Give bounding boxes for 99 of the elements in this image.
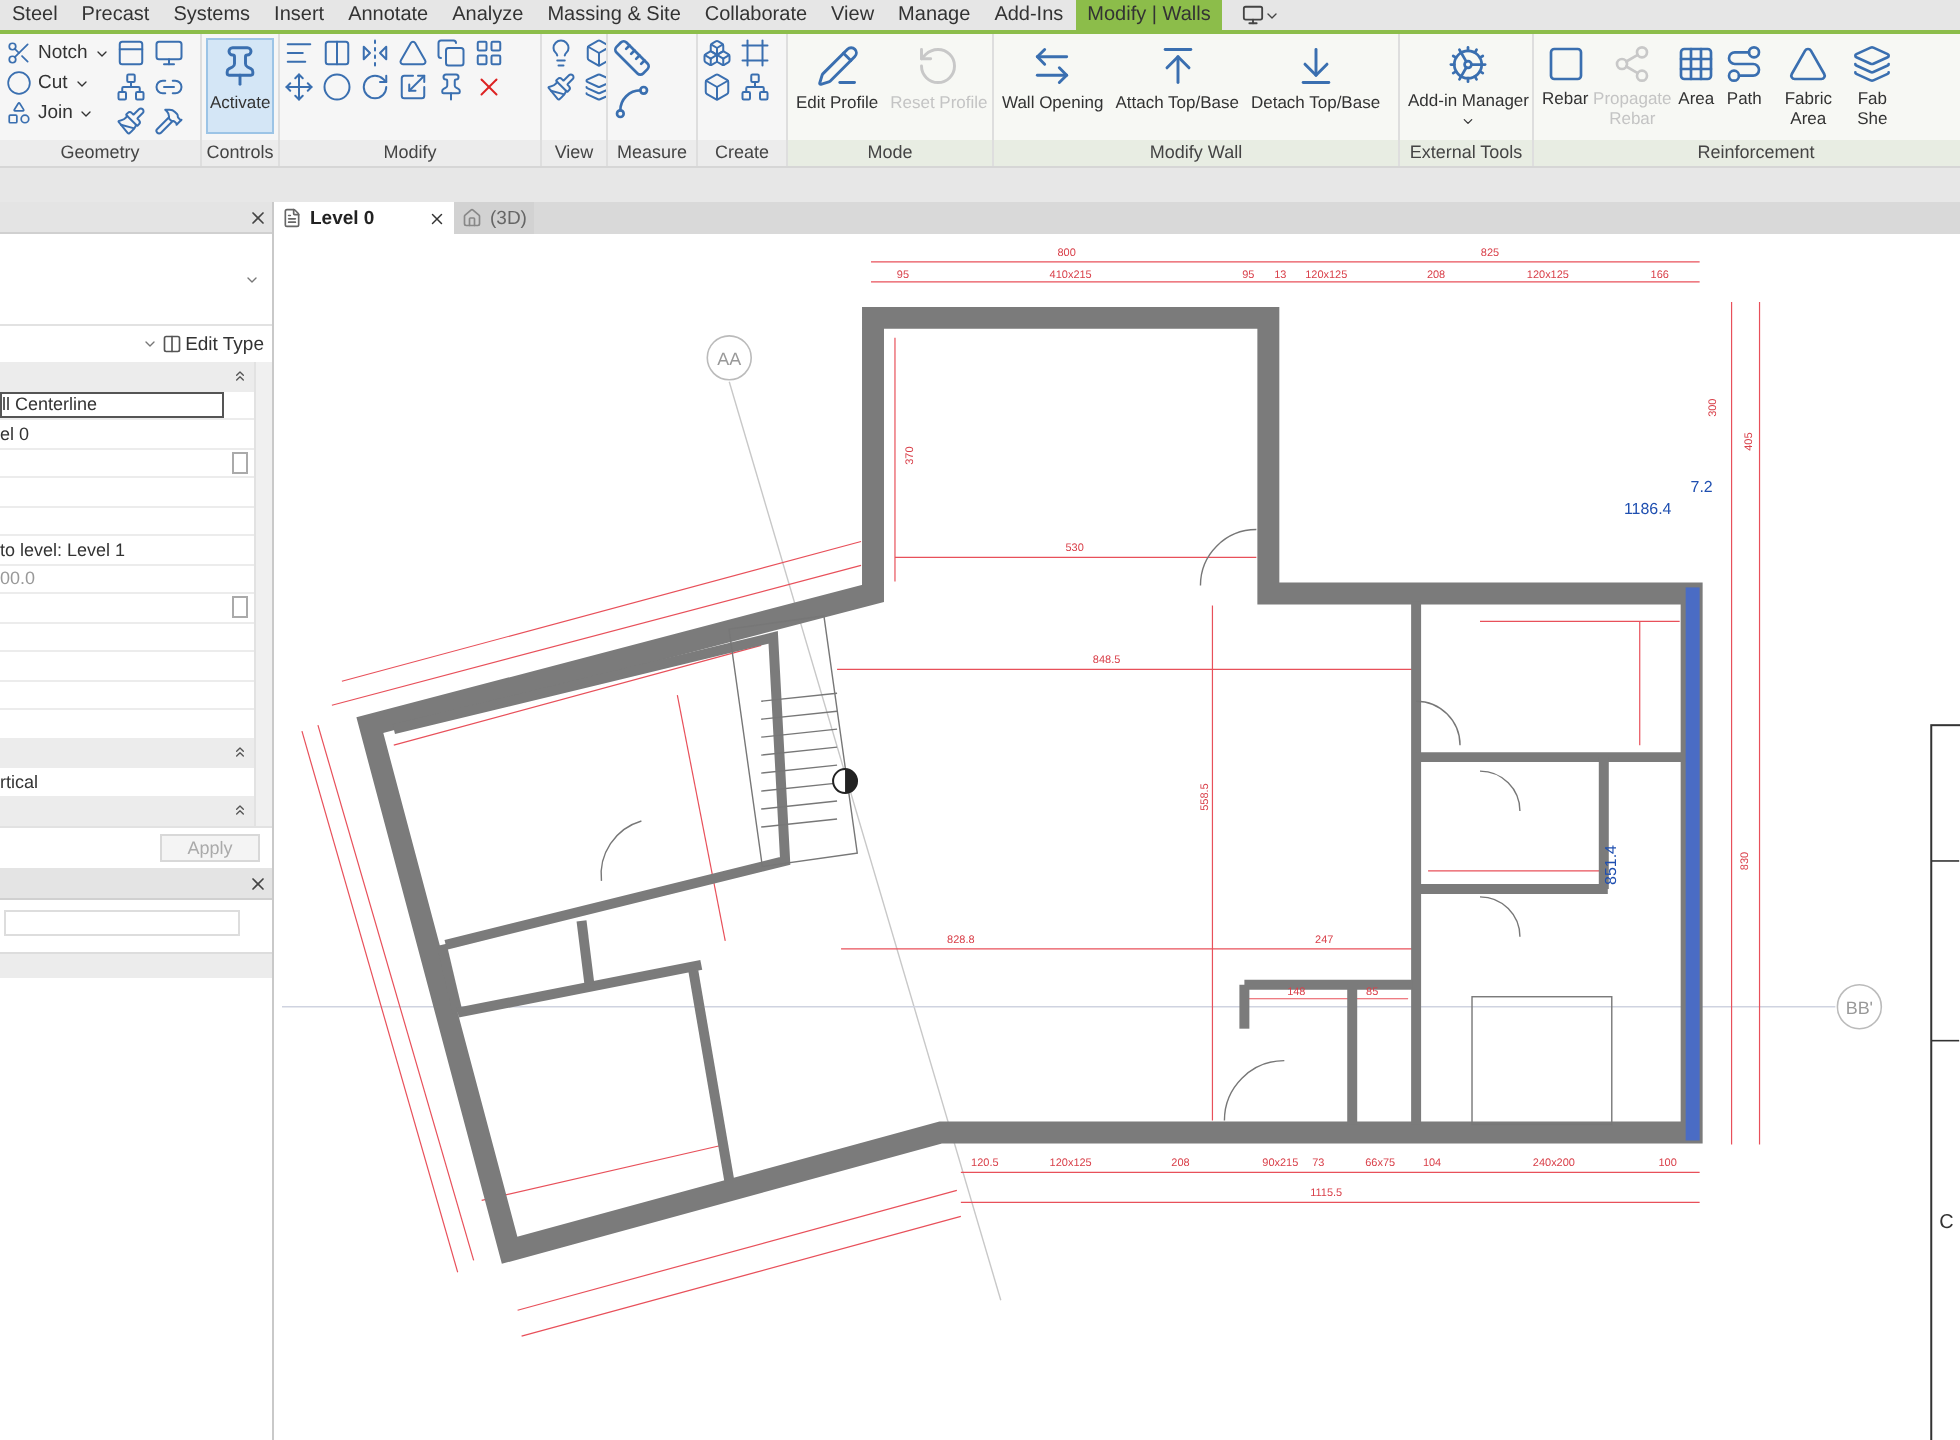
ribbon-tool-button[interactable]: Wall Opening	[998, 38, 1108, 134]
layers-icon[interactable]	[1852, 44, 1893, 84]
monitor-icon[interactable]	[153, 38, 184, 68]
checkbox[interactable]	[232, 596, 248, 619]
panel-icon[interactable]	[115, 38, 146, 68]
ruler-icon[interactable]	[612, 38, 652, 78]
panel-label: Create	[698, 140, 786, 166]
delete-icon[interactable]	[474, 72, 504, 102]
edit-type-button[interactable]: Edit Type	[161, 333, 264, 355]
ribbon-tab[interactable]: Manage	[886, 0, 983, 30]
caret-icon[interactable]	[141, 336, 158, 352]
ribbon-tab[interactable]: Systems	[161, 0, 263, 30]
scale-icon[interactable]	[398, 72, 428, 102]
path-icon[interactable]	[1724, 44, 1765, 84]
ribbon-tab[interactable]: Annotate	[336, 0, 441, 30]
scrollbar[interactable]	[254, 362, 272, 826]
search-field[interactable]	[4, 910, 240, 936]
temporary-dimension[interactable]: 1186.4	[1623, 499, 1672, 518]
ribbon-tab[interactable]: Analyze	[440, 0, 536, 30]
temporary-dimension[interactable]: 851.4	[1601, 845, 1620, 885]
pin-icon[interactable]	[436, 72, 466, 102]
columns-icon[interactable]	[322, 38, 352, 68]
close-icon[interactable]	[248, 873, 268, 893]
brush-icon[interactable]	[115, 106, 146, 136]
grid-icon[interactable]	[474, 38, 504, 68]
rotate-icon[interactable]	[360, 72, 390, 102]
ribbon-tab[interactable]: Insert	[262, 0, 337, 30]
ribbon-tool-button[interactable]: Area	[1672, 38, 1721, 134]
close-icon[interactable]	[428, 209, 446, 227]
page-icon	[282, 208, 302, 228]
ribbon-tool-button[interactable]: Fab She	[1848, 38, 1897, 134]
property-value: rtical	[0, 771, 39, 792]
grid-icon[interactable]	[1676, 44, 1717, 84]
shapes-icon[interactable]	[6, 100, 32, 126]
cube-icon[interactable]	[702, 72, 732, 102]
boxes-icon[interactable]	[702, 38, 732, 68]
ribbon-tool-button[interactable]: Cut	[4, 68, 112, 98]
ribbon-tool-button[interactable]: Join	[4, 98, 112, 128]
ribbon-tab[interactable]: Add-Ins	[982, 0, 1076, 30]
panel-label: External Tools	[1400, 140, 1532, 166]
ribbon-tool-button[interactable]: Attach Top/Base	[1111, 38, 1243, 134]
collapse-icon[interactable]	[232, 367, 248, 384]
mirror-icon[interactable]	[360, 38, 390, 68]
monitor-icon[interactable]	[1242, 4, 1265, 26]
panel-label: View	[542, 140, 606, 166]
table-icon	[161, 334, 182, 354]
ribbon-tool-button[interactable]: Path	[1720, 38, 1769, 134]
cube-icon[interactable]	[584, 38, 606, 68]
panel-label: Modify	[280, 140, 540, 166]
align-icon[interactable]	[284, 38, 314, 68]
pencil-icon[interactable]	[815, 44, 860, 88]
panel-label: Modify Wall	[994, 140, 1398, 166]
document-tab[interactable]: Level 0	[274, 202, 454, 234]
copy-icon[interactable]	[436, 38, 466, 68]
ribbon-tool-button[interactable]: Rebar	[1538, 38, 1593, 134]
collapse-icon[interactable]	[232, 744, 248, 761]
temporary-dimension[interactable]: 7.2	[1690, 477, 1713, 496]
network-icon[interactable]	[115, 72, 146, 102]
ribbon-tool-button[interactable]: Add-in Manager	[1404, 38, 1532, 134]
panel-label: Measure	[608, 140, 696, 166]
property-field[interactable]: ll Centerline	[0, 391, 224, 418]
layers-icon[interactable]	[584, 72, 606, 102]
collapse-icon[interactable]	[232, 802, 248, 819]
ribbon-tool-button[interactable]: Notch	[4, 38, 112, 68]
property-value: 00.0	[0, 568, 36, 589]
frame-icon[interactable]	[740, 38, 770, 68]
gear-icon[interactable]	[1446, 44, 1491, 86]
document-tab[interactable]: (3D)	[454, 202, 535, 234]
circle-icon[interactable]	[6, 70, 32, 96]
ribbon-tool-button[interactable]: Activate	[206, 38, 275, 134]
circle-icon[interactable]	[322, 72, 352, 102]
house-icon	[462, 208, 482, 228]
sheet-text: C	[1939, 1212, 1954, 1235]
property-value: to level: Level 1	[0, 539, 126, 560]
square-icon[interactable]	[1545, 44, 1586, 84]
ribbon-tab[interactable]: Collaborate	[692, 0, 820, 30]
panel-label: Reinforcement	[1534, 140, 1960, 166]
panel-label: Mode	[788, 140, 992, 166]
line-icon[interactable]	[612, 82, 652, 122]
panel-label: Geometry	[0, 140, 200, 166]
ribbon-tab[interactable]: Massing & Site	[535, 0, 693, 30]
triangle-icon[interactable]	[1788, 44, 1829, 84]
ribbon-tab[interactable]: Modify | Walls	[1075, 0, 1223, 30]
triangle-icon[interactable]	[398, 38, 428, 68]
close-icon[interactable]	[248, 207, 268, 227]
checkbox[interactable]	[232, 451, 248, 474]
ribbon-tab[interactable]: Precast	[69, 0, 162, 30]
property-value: el 0	[0, 423, 30, 444]
ribbon-tool-button[interactable]: Fabric Area	[1768, 38, 1849, 134]
ribbon-tool-button[interactable]: Edit Profile	[792, 38, 883, 134]
ribbon-tool-button[interactable]: Detach Top/Base	[1246, 38, 1385, 134]
ribbon-tab[interactable]: View	[819, 0, 887, 30]
ribbon-tab[interactable]: Steel	[0, 0, 70, 30]
network-icon[interactable]	[740, 72, 770, 102]
scissors-icon[interactable]	[6, 40, 32, 66]
brush-icon[interactable]	[546, 72, 576, 102]
panel-label: Controls	[202, 140, 278, 166]
hammer-icon[interactable]	[153, 106, 184, 136]
move-icon[interactable]	[284, 72, 314, 102]
